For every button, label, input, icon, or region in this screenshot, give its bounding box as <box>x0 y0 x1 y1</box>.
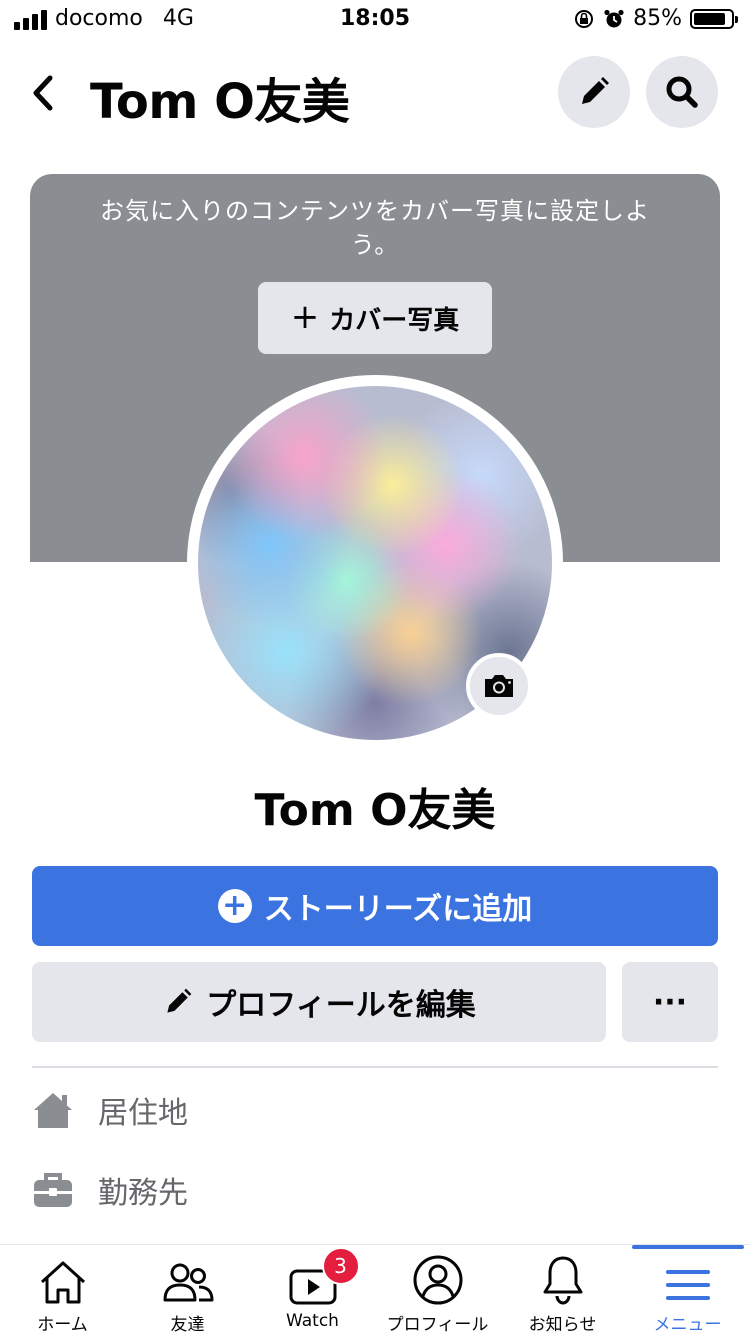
plus-circle-icon: + <box>217 889 252 923</box>
divider <box>32 1066 718 1068</box>
pencil-icon <box>582 77 609 104</box>
alarm-icon <box>604 9 624 27</box>
tab-friends[interactable]: 友達 <box>125 1245 250 1335</box>
home-icon <box>37 1251 89 1306</box>
status-right: 85% <box>573 6 738 31</box>
home-icon <box>32 1089 74 1131</box>
detail-residence[interactable]: 居住地 <box>32 1088 188 1132</box>
tab-label: Watch <box>286 1311 339 1331</box>
profile-icon <box>412 1251 464 1306</box>
add-to-story-button[interactable]: + ストーリーズに追加 <box>32 866 718 946</box>
bottom-tab-bar: ホーム 友達 3 Watch プロフィール お知らせ メニュー <box>0 1244 750 1335</box>
watch-badge: 3 <box>321 1247 360 1285</box>
menu-icon <box>664 1251 712 1306</box>
tab-watch[interactable]: 3 Watch <box>250 1245 375 1335</box>
pencil-icon <box>167 988 192 1013</box>
tab-label: メニュー <box>653 1315 722 1335</box>
edit-profile-button[interactable]: プロフィールを編集 <box>32 962 606 1042</box>
tab-label: お知らせ <box>528 1315 597 1335</box>
tab-label: 友達 <box>170 1315 205 1335</box>
page-header: Tom O友美 <box>0 52 750 132</box>
detail-workplace-label: 勤務先 <box>98 1176 188 1211</box>
briefcase-icon <box>32 1169 74 1211</box>
tab-profile[interactable]: プロフィール <box>375 1245 500 1335</box>
camera-icon <box>485 675 513 697</box>
more-options-button[interactable]: ··· <box>622 962 718 1042</box>
detail-residence-label: 居住地 <box>98 1096 188 1131</box>
tab-notifications[interactable]: お知らせ <box>500 1245 625 1335</box>
more-icon: ··· <box>652 984 688 1020</box>
search-button[interactable] <box>646 56 718 128</box>
tab-label: プロフィール <box>386 1315 489 1335</box>
friends-icon <box>161 1251 215 1306</box>
orientation-lock-icon <box>575 9 594 28</box>
tab-label: ホーム <box>37 1315 88 1335</box>
cover-button-label: カバー写真 <box>329 305 460 336</box>
story-button-label: ストーリーズに追加 <box>263 892 533 927</box>
battery-level <box>694 12 725 25</box>
edit-profile-label: プロフィールを編集 <box>206 988 476 1023</box>
profile-name: Tom O友美 <box>254 785 496 836</box>
change-avatar-button[interactable] <box>466 653 532 719</box>
search-icon <box>666 76 698 108</box>
cover-prompt: お気に入りのコンテンツをカバー写真に設定しよう。 <box>100 197 650 259</box>
tab-menu[interactable]: メニュー <box>625 1245 750 1335</box>
edit-button[interactable] <box>558 56 630 128</box>
bell-icon <box>540 1251 586 1306</box>
back-button[interactable] <box>26 68 66 118</box>
plus-icon: + <box>290 296 320 337</box>
status-bar: docomo 4G 18:05 85% <box>0 0 750 40</box>
battery-percent: 85% <box>633 6 682 31</box>
tab-home[interactable]: ホーム <box>0 1245 125 1335</box>
battery-icon <box>690 8 738 29</box>
page-title: Tom O友美 <box>90 74 350 130</box>
detail-workplace[interactable]: 勤務先 <box>32 1168 188 1212</box>
add-cover-photo-button[interactable]: + カバー写真 <box>258 282 492 354</box>
watch-video-icon: 3 <box>288 1247 360 1307</box>
chevron-left-icon <box>33 75 53 111</box>
